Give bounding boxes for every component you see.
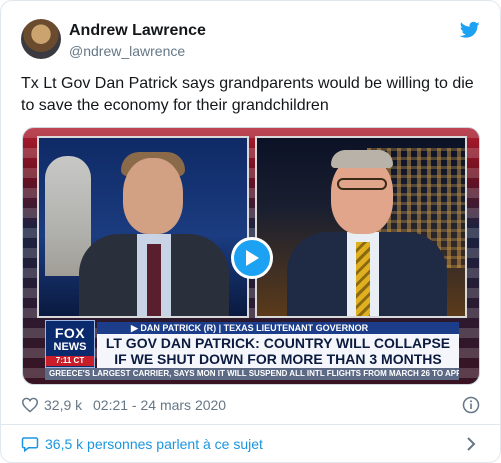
logo-line-1: FOX xyxy=(54,325,86,341)
heart-icon xyxy=(21,397,39,413)
user-handle[interactable]: @ndrew_lawrence xyxy=(69,41,206,61)
conversation-label: 36,5 k personnes parlent à ce sujet xyxy=(45,436,263,452)
guest-tie xyxy=(356,242,370,316)
video-panel-right xyxy=(255,136,467,318)
chevron-right-icon[interactable] xyxy=(466,437,476,451)
chyron-line-2: IF WE SHUT DOWN FOR MORE THAN 3 MONTHS xyxy=(114,351,442,367)
tweet-header: Andrew Lawrence @ndrew_lawrence xyxy=(21,19,480,63)
like-count: 32,9 k xyxy=(44,397,83,413)
chyron-headline: LT GOV DAN PATRICK: COUNTRY WILL COLLAPS… xyxy=(97,334,459,368)
info-icon[interactable] xyxy=(462,396,480,414)
fox-news-logo: FOX NEWS 7:11 CT xyxy=(45,320,95,368)
guest-hair xyxy=(331,150,393,168)
conversation-link[interactable]: 36,5 k personnes parlent à ce sujet xyxy=(21,433,480,455)
tweet-meta: 32,9 k 02:21 - 24 mars 2020 xyxy=(21,395,480,415)
tweet-card: Andrew Lawrence @ndrew_lawrence Tx Lt Go… xyxy=(0,0,501,463)
play-icon xyxy=(246,250,259,266)
divider xyxy=(1,424,500,425)
like-button[interactable]: 32,9 k xyxy=(21,395,82,415)
video-player[interactable]: FOX NEWS 7:11 CT ▶ DAN PATRICK (R) | TEX… xyxy=(22,127,480,385)
twitter-bird-icon[interactable] xyxy=(460,21,480,39)
chyron-name-bar: ▶ DAN PATRICK (R) | TEXAS LIEUTENANT GOV… xyxy=(97,322,459,334)
logo-time: 7:11 CT xyxy=(46,356,94,366)
tweet-timestamp[interactable]: 02:21 - 24 mars 2020 xyxy=(93,395,226,415)
chyron-line-1: LT GOV DAN PATRICK: COUNTRY WILL COLLAPS… xyxy=(105,335,451,351)
guest-glasses xyxy=(337,178,387,190)
logo-line-2: NEWS xyxy=(53,341,87,353)
user-info: Andrew Lawrence @ndrew_lawrence xyxy=(69,21,206,61)
tweet-text: Tx Lt Gov Dan Patrick says grandparents … xyxy=(21,75,474,114)
anchor-face xyxy=(123,158,183,234)
anchor-tie xyxy=(147,244,161,316)
speech-bubble-icon xyxy=(21,437,39,453)
display-name[interactable]: Andrew Lawrence xyxy=(69,21,206,41)
play-button[interactable] xyxy=(231,237,273,279)
video-panel-left xyxy=(37,136,249,318)
avatar[interactable] xyxy=(21,19,61,59)
news-ticker: GREECE'S LARGEST CARRIER, SAYS MON IT WI… xyxy=(45,368,459,380)
